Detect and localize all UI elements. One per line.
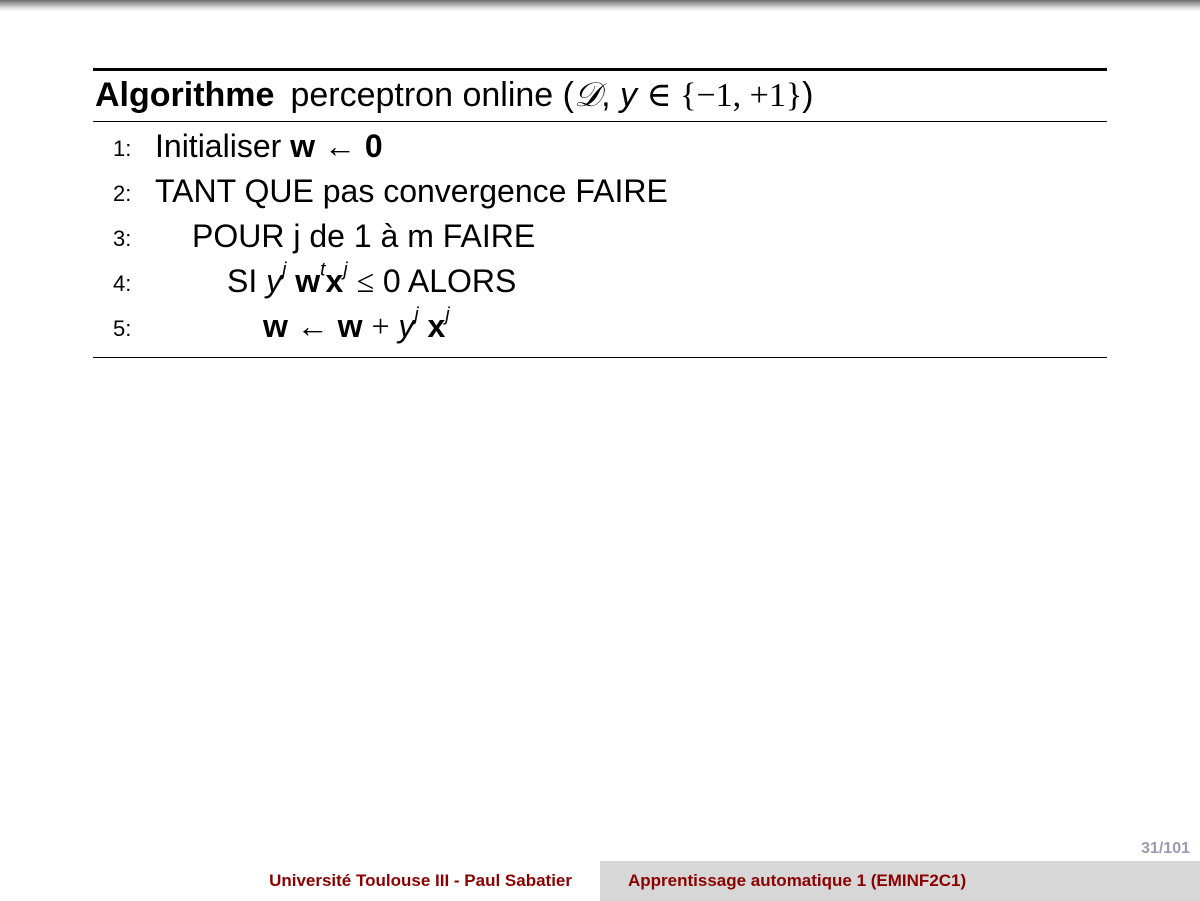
footer-course: Apprentissage automatique 1 (EMINF2C1) [600, 861, 1200, 901]
algorithm-box: Algorithme perceptron online (𝒟, y ∈ {−1,… [93, 68, 1107, 358]
line-code: POUR j de 1 à m FAIRE [192, 218, 536, 254]
line-number: 2: [113, 181, 132, 206]
line-code: SI yj wtxj ≤ 0 ALORS [227, 259, 517, 299]
line-code: Initialiser w ← 0 [155, 128, 383, 164]
algorithm-body: 1: Initialiser w ← 0 2: TANT QUE pas con… [93, 122, 1107, 357]
algorithm-line-5: 5: w ← w + yj xj [93, 304, 1107, 349]
algorithm-arguments: (𝒟, y ∈ {−1, +1}) [562, 76, 814, 114]
algorithm-caption: Algorithme perceptron online (𝒟, y ∈ {−1,… [93, 71, 1107, 122]
footer-institution: Université Toulouse III - Paul Sabatier [0, 861, 600, 901]
line-number: 4: [113, 271, 132, 296]
line-code: w ← w + yj xj [263, 304, 450, 344]
algorithm-line-3: 3: POUR j de 1 à m FAIRE [93, 214, 1107, 259]
top-shadow-bar [0, 0, 1200, 12]
algorithm-line-1: 1: Initialiser w ← 0 [93, 124, 1107, 169]
footer: Université Toulouse III - Paul Sabatier … [0, 861, 1200, 901]
line-code: TANT QUE pas convergence FAIRE [155, 173, 668, 209]
line-number: 1: [113, 136, 132, 161]
line-number: 3: [113, 226, 132, 251]
algorithm-keyword: Algorithme [95, 76, 275, 114]
algorithm-line-4: 4: SI yj wtxj ≤ 0 ALORS [93, 259, 1107, 304]
algorithm-name: perceptron online [290, 76, 554, 114]
page-number: 31/101 [1141, 840, 1190, 857]
line-number: 5: [113, 316, 132, 341]
algorithm-line-2: 2: TANT QUE pas convergence FAIRE [93, 169, 1107, 214]
